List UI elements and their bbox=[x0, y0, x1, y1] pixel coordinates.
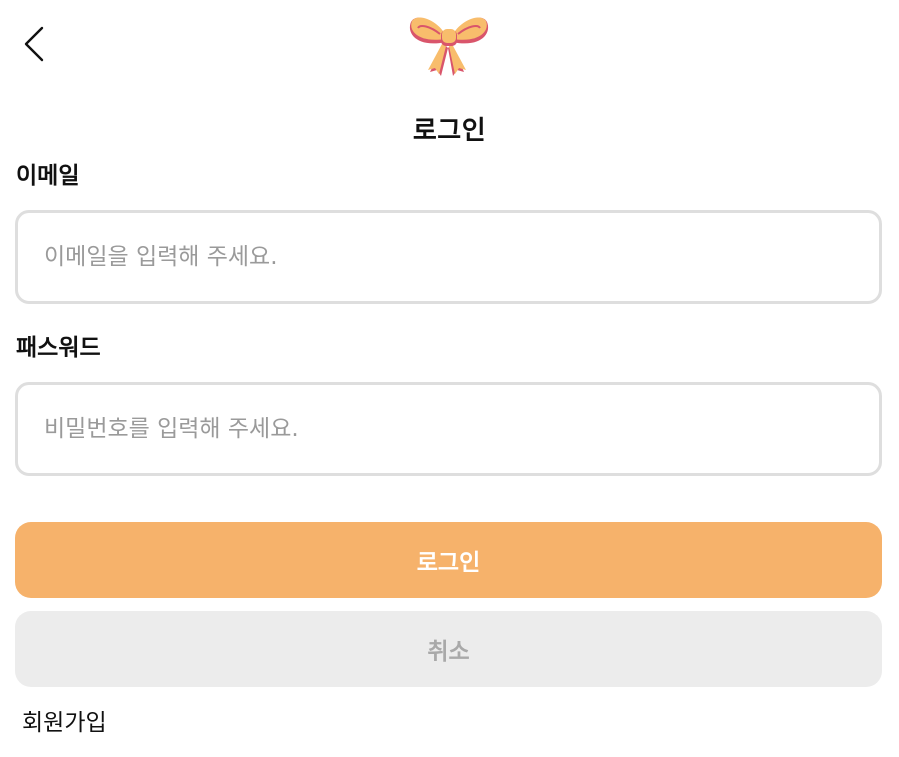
ribbon-bow-icon bbox=[409, 17, 489, 76]
password-label: 패스워드 bbox=[16, 335, 101, 361]
email-label: 이메일 bbox=[16, 163, 80, 189]
logo bbox=[406, 10, 492, 78]
email-input[interactable] bbox=[15, 210, 882, 304]
password-input[interactable] bbox=[15, 382, 882, 476]
login-button[interactable]: 로그인 bbox=[15, 522, 882, 598]
cancel-button[interactable]: 취소 bbox=[15, 611, 882, 687]
page-title: 로그인 bbox=[412, 116, 487, 146]
login-page: 로그인 이메일 패스워드 로그인 취소 회원가입 bbox=[0, 0, 899, 757]
signup-link[interactable]: 회원가입 bbox=[22, 703, 107, 737]
chevron-left-icon bbox=[24, 26, 44, 62]
back-button[interactable] bbox=[18, 24, 52, 64]
